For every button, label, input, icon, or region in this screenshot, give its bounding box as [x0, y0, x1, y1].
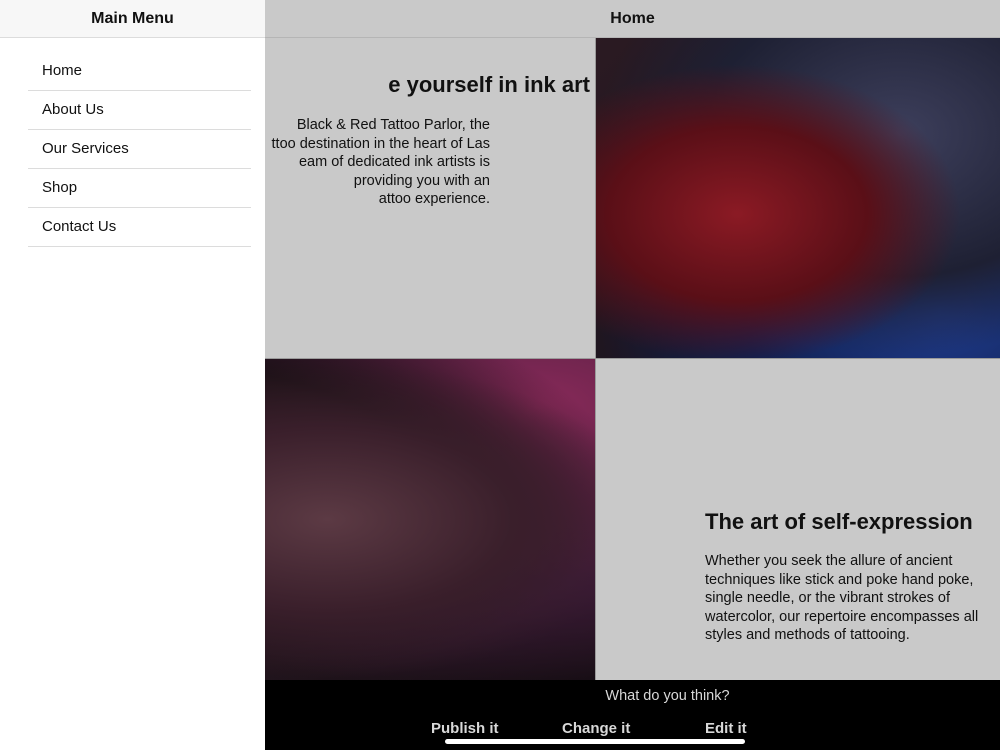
section-heading: The art of self-expression [705, 509, 973, 534]
page-title: Home [610, 10, 655, 27]
menu-item-about-us[interactable]: About Us [28, 91, 251, 130]
home-indicator [445, 739, 745, 744]
tattoo-image [596, 38, 1000, 358]
tattoo-photo-hands [596, 38, 1000, 358]
feedback-prompt: What do you think? [605, 688, 730, 704]
menu-item-home[interactable]: Home [28, 52, 251, 91]
menu-item-contact-us[interactable]: Contact Us [28, 208, 251, 247]
publish-button[interactable]: Publish it [431, 720, 499, 737]
menu-item-our-services[interactable]: Our Services [28, 130, 251, 169]
main-menu-drawer: Main Menu Home About Us Our Services Sho… [0, 0, 265, 750]
grid-divider [595, 38, 596, 680]
self-expression-panel: The art of self-expression Whether you s… [596, 359, 1000, 680]
section-paragraph: Whether you seek the allure of ancient t… [705, 553, 979, 643]
change-button[interactable]: Change it [562, 720, 630, 737]
edit-button[interactable]: Edit it [705, 720, 747, 737]
drawer-title: Main Menu [0, 0, 265, 38]
menu-item-shop[interactable]: Shop [28, 169, 251, 208]
menu-list: Home About Us Our Services Shop Contact … [28, 52, 251, 247]
